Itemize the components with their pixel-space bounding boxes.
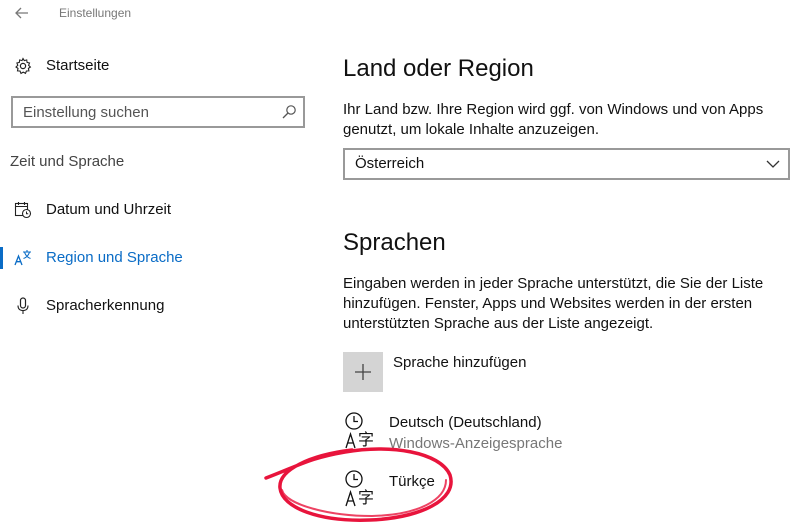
svg-text:字: 字: [358, 488, 374, 507]
search-input[interactable]: Einstellung suchen: [11, 96, 305, 128]
back-arrow-icon[interactable]: [10, 4, 34, 22]
search-icon[interactable]: [281, 104, 297, 120]
languages-heading: Sprachen: [343, 229, 446, 256]
language-name: Türkçe: [389, 473, 435, 490]
sidebar-item-date-time[interactable]: Datum und Uhrzeit: [14, 200, 304, 222]
window-title: Einstellungen: [59, 6, 132, 20]
gear-icon: [15, 57, 32, 75]
sidebar-item-speech[interactable]: Spracherkennung: [14, 296, 304, 318]
language-name: Deutsch (Deutschland): [389, 414, 542, 431]
region-description: Ihr Land bzw. Ihre Region wird ggf. von …: [343, 101, 764, 138]
nav-home-label: Startseite: [46, 57, 110, 74]
sidebar-item-region-language[interactable]: Region und Sprache: [14, 248, 304, 270]
sidebar-item-label: Region und Sprache: [46, 249, 183, 266]
chevron-down-icon: [766, 160, 780, 168]
language-pack-icon: 字: [345, 470, 374, 507]
language-item-turkce[interactable]: 字 Türkçe: [343, 469, 783, 513]
language-subtitle: Windows-Anzeigesprache: [389, 435, 563, 452]
add-language-label[interactable]: Sprache hinzufügen: [393, 354, 526, 371]
language-pack-icon: 字: [345, 412, 374, 449]
nav-home[interactable]: Startseite: [14, 56, 304, 78]
country-select[interactable]: Österreich: [343, 148, 790, 180]
svg-text:字: 字: [358, 430, 374, 449]
language-icon: [14, 250, 31, 266]
calendar-clock-icon: [14, 202, 32, 219]
languages-description: Eingaben werden in jeder Sprache unterst…: [343, 275, 764, 332]
microphone-icon: [17, 297, 29, 314]
sidebar-item-label: Spracherkennung: [46, 297, 165, 314]
section-title: Zeit und Sprache: [10, 153, 125, 170]
country-select-value: Österreich: [355, 155, 425, 172]
sidebar-item-label: Datum und Uhrzeit: [46, 201, 172, 218]
language-item-deutsch[interactable]: 字 Deutsch (Deutschland) Windows-Anzeiges…: [343, 411, 783, 455]
add-language-button[interactable]: [343, 352, 383, 392]
active-indicator: [0, 247, 3, 269]
region-heading: Land oder Region: [343, 55, 534, 82]
search-placeholder: Einstellung suchen: [23, 104, 149, 121]
plus-icon: [355, 364, 371, 380]
